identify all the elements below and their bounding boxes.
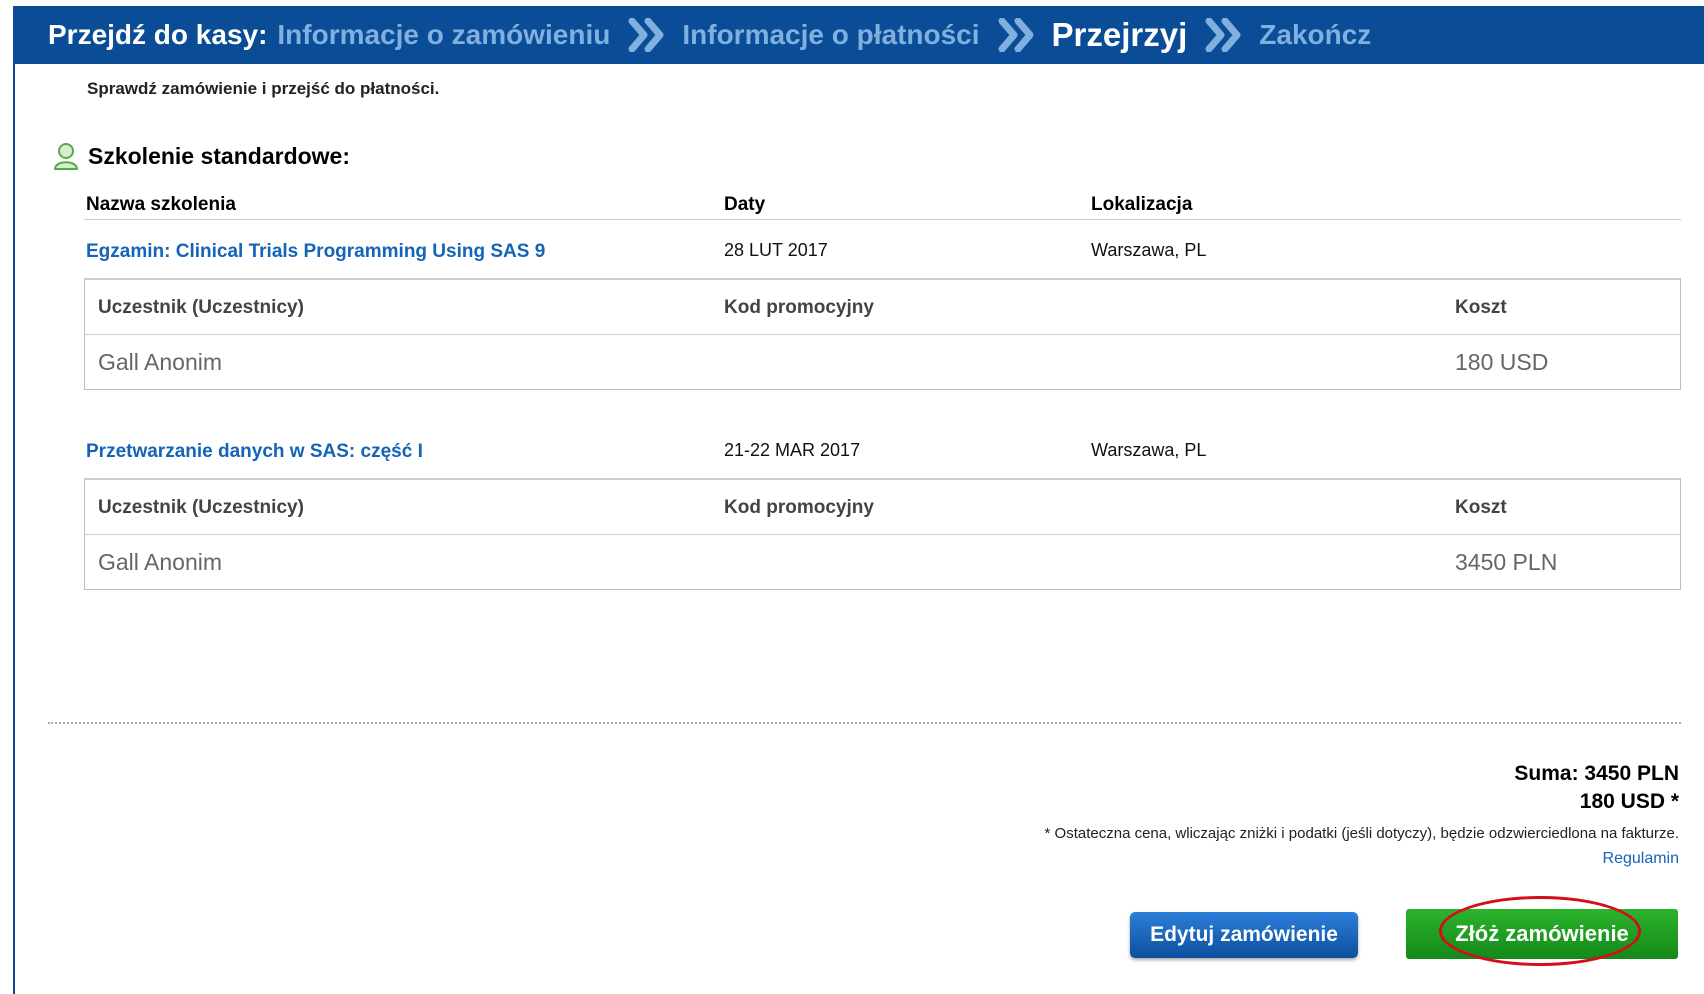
table-row: Gall Anonim 3450 PLN (85, 535, 1680, 589)
participant-name: Gall Anonim (98, 349, 223, 375)
course-dates: 28 LUT 2017 (724, 240, 828, 260)
page-subtitle: Sprawdź zamówienie i przejść do płatnośc… (87, 79, 440, 98)
person-icon (53, 143, 79, 170)
participant-header: Uczestnik (Uczestnicy) (98, 497, 304, 518)
total-usd: 180 USD * (1579, 790, 1679, 813)
total-pln: Suma: 3450 PLN (1514, 762, 1679, 785)
double-chevron-icon (628, 18, 664, 52)
column-header-name: Nazwa szkolenia (86, 194, 236, 215)
participants-table: Uczestnik (Uczestnicy) Kod promocyjny Ko… (84, 278, 1681, 390)
place-order-button[interactable]: Złóż zamówienie (1406, 909, 1678, 959)
step-finish: Zakończ (1259, 19, 1372, 50)
course-location: Warszawa, PL (1091, 240, 1207, 260)
course-location: Warszawa, PL (1091, 440, 1207, 460)
column-header-dates: Daty (724, 194, 766, 215)
divider (84, 219, 1681, 220)
course-dates: 21-22 MAR 2017 (724, 440, 861, 460)
table-header-row: Uczestnik (Uczestnicy) Kod promocyjny Ko… (85, 480, 1680, 535)
dotted-divider (48, 722, 1681, 724)
cost-header: Koszt (1455, 497, 1507, 518)
checkout-label: Przejdź do kasy: (48, 19, 268, 50)
section-title: Szkolenie standardowe: (88, 142, 351, 169)
double-chevron-icon (998, 18, 1034, 52)
step-payment-info: Informacje o płatności (682, 19, 980, 50)
cost-header: Koszt (1455, 297, 1507, 318)
step-review: Przejrzyj (1051, 16, 1188, 53)
table-header-row: Uczestnik (Uczestnicy) Kod promocyjny Ko… (85, 280, 1680, 335)
step-order-info: Informacje o zamówieniu (277, 19, 611, 50)
promo-header: Kod promocyjny (724, 497, 874, 518)
section-header: Szkolenie standardowe: (52, 142, 350, 170)
participant-name: Gall Anonim (98, 549, 223, 575)
course-link[interactable]: Przetwarzanie danych w SAS: część I (86, 441, 423, 463)
table-row: Gall Anonim 180 USD (85, 335, 1680, 389)
cost-value: 180 USD (1455, 349, 1549, 375)
double-chevron-icon (1205, 18, 1241, 52)
promo-header: Kod promocyjny (724, 297, 874, 318)
checkout-progress-bar: Przejdź do kasy: Informacje o zamówieniu… (13, 6, 1704, 64)
participants-table: Uczestnik (Uczestnicy) Kod promocyjny Ko… (84, 478, 1681, 590)
participant-header: Uczestnik (Uczestnicy) (98, 297, 304, 318)
course-link[interactable]: Egzamin: Clinical Trials Programming Usi… (86, 241, 545, 263)
column-header-location: Lokalizacja (1091, 194, 1193, 215)
price-note: * Ostateczna cena, wliczając zniżki i po… (1044, 825, 1679, 842)
terms-link[interactable]: Regulamin (1603, 850, 1679, 868)
cost-value: 3450 PLN (1455, 549, 1558, 575)
edit-order-button[interactable]: Edytuj zamówienie (1130, 912, 1358, 958)
